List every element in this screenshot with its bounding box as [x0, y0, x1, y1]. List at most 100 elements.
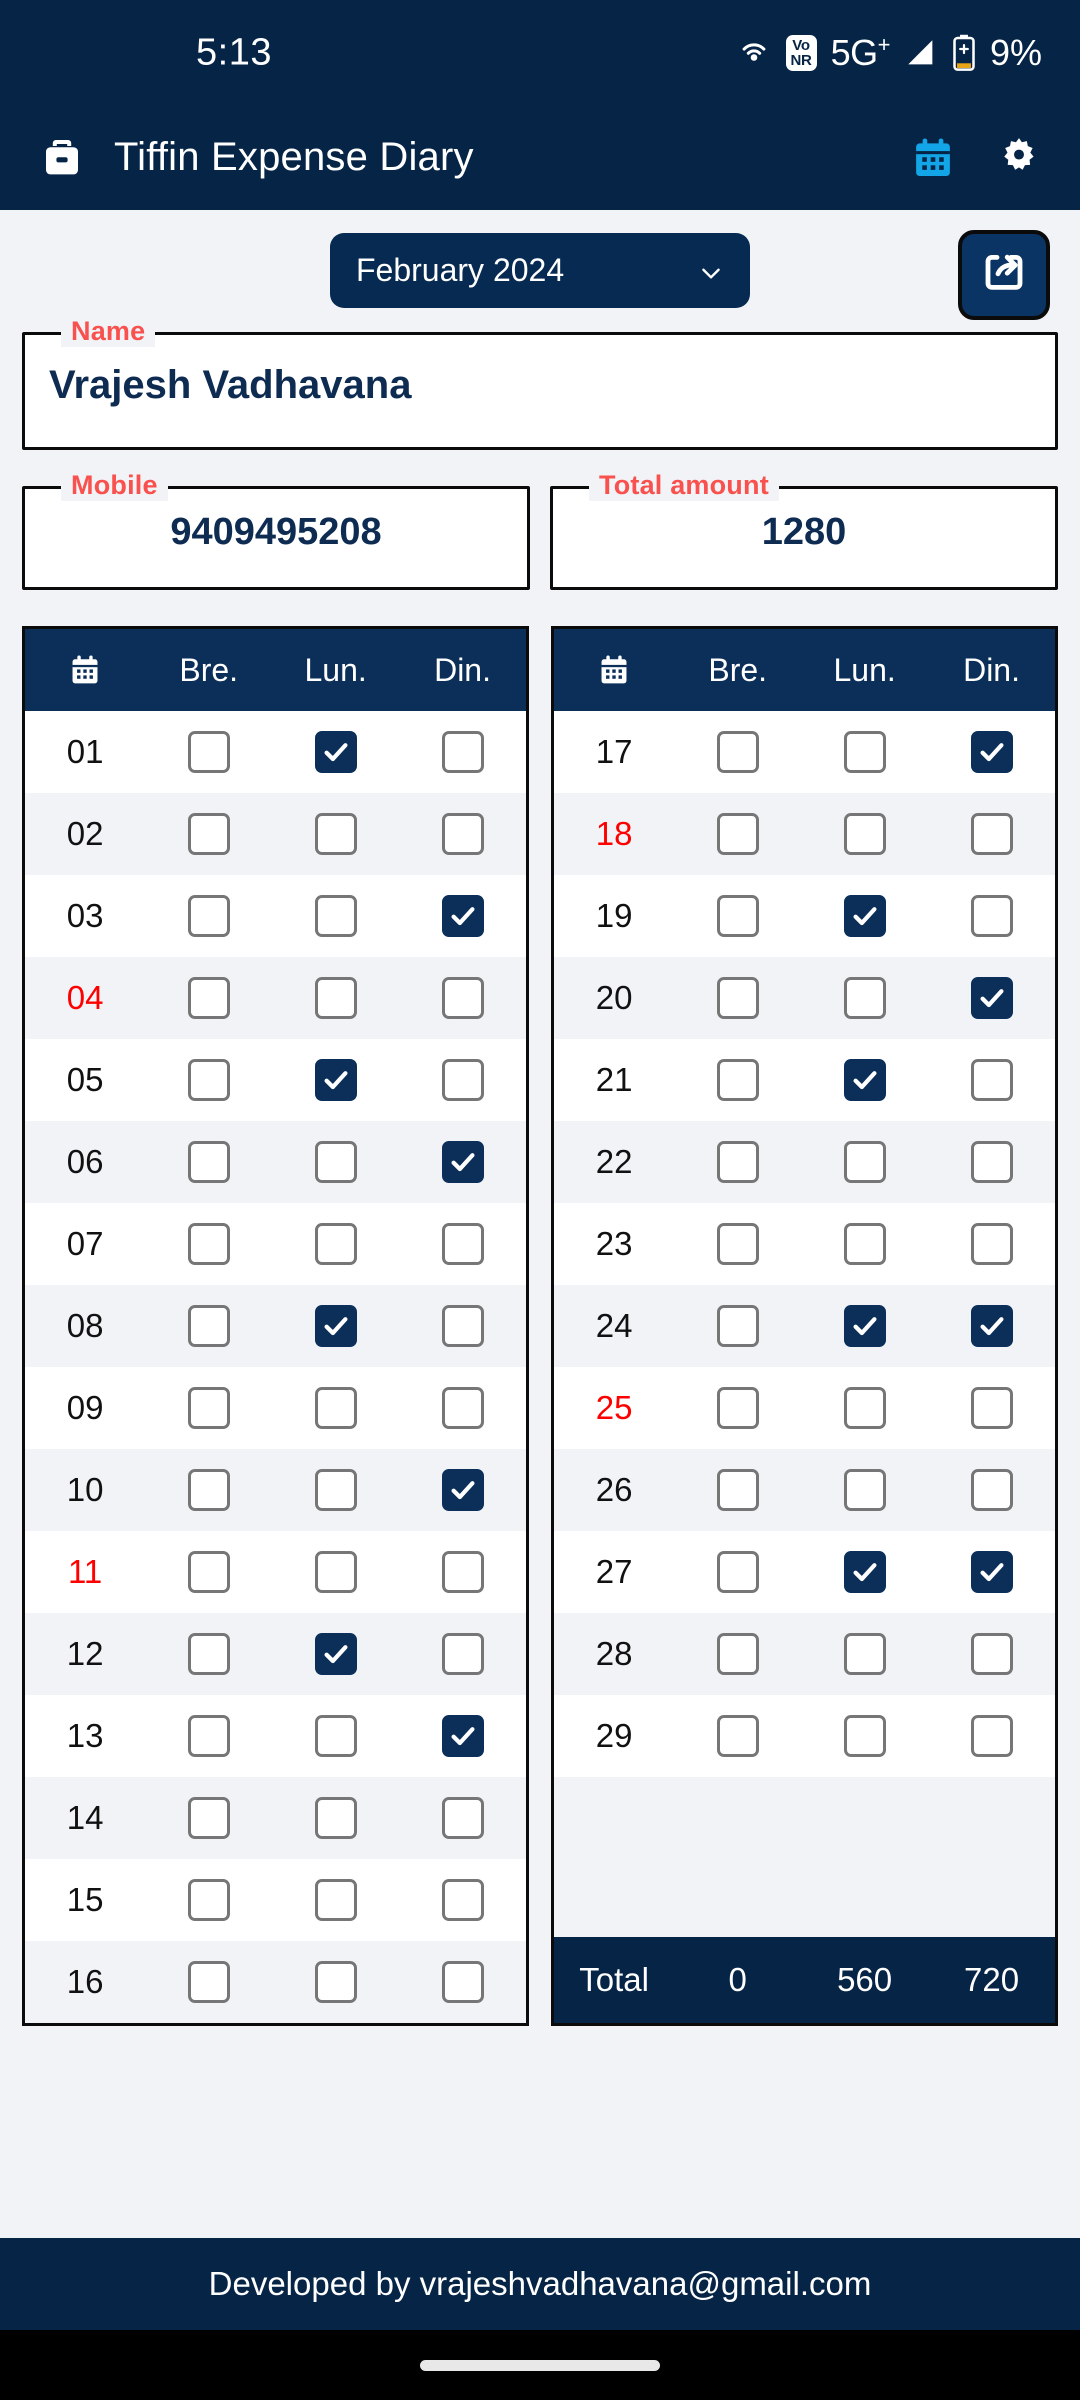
- checkbox-lunch[interactable]: [314, 1387, 357, 1429]
- checkbox-dinner[interactable]: [441, 813, 484, 855]
- checkbox-breakfast[interactable]: [716, 731, 759, 773]
- checkbox-breakfast[interactable]: [187, 1633, 230, 1675]
- checkbox-lunch[interactable]: [843, 1141, 886, 1183]
- checkbox-breakfast[interactable]: [187, 1715, 230, 1757]
- checkbox-breakfast[interactable]: [187, 977, 230, 1019]
- checkbox-breakfast[interactable]: [187, 1469, 230, 1511]
- checkbox-breakfast[interactable]: [716, 1633, 759, 1675]
- mobile-field-value: 9409495208: [170, 511, 382, 553]
- checkbox-lunch[interactable]: [843, 977, 886, 1019]
- checkbox-dinner[interactable]: [970, 1059, 1013, 1101]
- checkbox-lunch[interactable]: [314, 895, 357, 937]
- checkbox-lunch[interactable]: [843, 1469, 886, 1511]
- checkbox-breakfast[interactable]: [716, 813, 759, 855]
- gear-icon[interactable]: [996, 135, 1042, 181]
- checkbox-dinner[interactable]: [970, 1305, 1013, 1347]
- checkbox-lunch[interactable]: [314, 1715, 357, 1757]
- checkbox-breakfast[interactable]: [716, 895, 759, 937]
- checkbox-dinner[interactable]: [970, 895, 1013, 937]
- checkbox-dinner[interactable]: [970, 1469, 1013, 1511]
- checkbox-dinner[interactable]: [441, 1879, 484, 1921]
- checkbox-dinner[interactable]: [970, 1551, 1013, 1593]
- checkbox-breakfast[interactable]: [187, 1059, 230, 1101]
- checkbox-breakfast[interactable]: [187, 1551, 230, 1593]
- checkbox-dinner[interactable]: [970, 813, 1013, 855]
- total-amount-field[interactable]: Total amount 1280: [550, 470, 1058, 590]
- checkbox-breakfast[interactable]: [187, 1223, 230, 1265]
- checkbox-lunch[interactable]: [314, 1797, 357, 1839]
- checkbox-breakfast[interactable]: [716, 1551, 759, 1593]
- checkbox-breakfast[interactable]: [716, 1469, 759, 1511]
- checkbox-lunch[interactable]: [314, 977, 357, 1019]
- checkbox-dinner[interactable]: [441, 1797, 484, 1839]
- checkbox-lunch[interactable]: [314, 1141, 357, 1183]
- checkbox-breakfast[interactable]: [187, 1305, 230, 1347]
- checkbox-breakfast[interactable]: [187, 731, 230, 773]
- checkbox-breakfast[interactable]: [716, 1387, 759, 1429]
- checkbox-breakfast[interactable]: [716, 1059, 759, 1101]
- checkbox-dinner[interactable]: [970, 1387, 1013, 1429]
- name-field-value: Vrajesh Vadhavana: [49, 363, 412, 407]
- calendar-icon: [25, 653, 145, 687]
- checkbox-dinner[interactable]: [441, 1633, 484, 1675]
- checkbox-dinner[interactable]: [441, 1305, 484, 1347]
- checkbox-dinner[interactable]: [441, 1059, 484, 1101]
- checkbox-lunch[interactable]: [843, 1305, 886, 1347]
- checkbox-dinner[interactable]: [970, 1633, 1013, 1675]
- checkbox-breakfast[interactable]: [716, 1715, 759, 1757]
- checkbox-lunch[interactable]: [843, 1715, 886, 1757]
- checkbox-lunch[interactable]: [314, 1879, 357, 1921]
- checkbox-dinner[interactable]: [441, 1961, 484, 2003]
- checkbox-breakfast[interactable]: [187, 1797, 230, 1839]
- checkbox-dinner[interactable]: [441, 1551, 484, 1593]
- checkbox-dinner[interactable]: [441, 1469, 484, 1511]
- checkbox-lunch[interactable]: [843, 1387, 886, 1429]
- checkbox-breakfast[interactable]: [716, 1141, 759, 1183]
- checkbox-lunch[interactable]: [314, 1059, 357, 1101]
- checkbox-breakfast[interactable]: [716, 1223, 759, 1265]
- share-export-button[interactable]: [958, 230, 1050, 320]
- checkbox-dinner[interactable]: [970, 1223, 1013, 1265]
- checkbox-lunch[interactable]: [843, 1059, 886, 1101]
- checkbox-dinner[interactable]: [441, 1715, 484, 1757]
- checkbox-dinner[interactable]: [441, 977, 484, 1019]
- checkbox-dinner[interactable]: [970, 977, 1013, 1019]
- checkbox-lunch[interactable]: [314, 1223, 357, 1265]
- nav-gesture-pill[interactable]: [420, 2359, 660, 2371]
- checkbox-breakfast[interactable]: [187, 1141, 230, 1183]
- checkbox-lunch[interactable]: [314, 813, 357, 855]
- form-fields-row: Mobile 9409495208 Total amount 1280: [22, 470, 1058, 590]
- checkbox-dinner[interactable]: [441, 1141, 484, 1183]
- checkbox-breakfast[interactable]: [187, 1879, 230, 1921]
- checkbox-breakfast[interactable]: [187, 1961, 230, 2003]
- checkbox-dinner[interactable]: [970, 1715, 1013, 1757]
- checkbox-breakfast[interactable]: [187, 895, 230, 937]
- checkbox-dinner[interactable]: [441, 731, 484, 773]
- checkbox-breakfast[interactable]: [187, 1387, 230, 1429]
- month-select[interactable]: February 2024: [330, 232, 750, 308]
- checkbox-lunch[interactable]: [843, 1633, 886, 1675]
- checkbox-breakfast[interactable]: [716, 1305, 759, 1347]
- calendar-icon[interactable]: [910, 135, 956, 181]
- day-number: 15: [66, 1881, 104, 1918]
- checkbox-lunch[interactable]: [314, 1551, 357, 1593]
- checkbox-lunch[interactable]: [314, 731, 357, 773]
- checkbox-lunch[interactable]: [843, 1223, 886, 1265]
- checkbox-lunch[interactable]: [314, 1633, 357, 1675]
- mobile-field[interactable]: Mobile 9409495208: [22, 470, 530, 590]
- checkbox-breakfast[interactable]: [716, 977, 759, 1019]
- checkbox-dinner[interactable]: [441, 1223, 484, 1265]
- name-field[interactable]: Name Vrajesh Vadhavana: [22, 316, 1058, 450]
- checkbox-lunch[interactable]: [314, 1961, 357, 2003]
- checkbox-lunch[interactable]: [314, 1305, 357, 1347]
- checkbox-dinner[interactable]: [441, 1387, 484, 1429]
- checkbox-breakfast[interactable]: [187, 813, 230, 855]
- checkbox-lunch[interactable]: [843, 895, 886, 937]
- checkbox-lunch[interactable]: [314, 1469, 357, 1511]
- checkbox-dinner[interactable]: [970, 1141, 1013, 1183]
- checkbox-lunch[interactable]: [843, 1551, 886, 1593]
- checkbox-lunch[interactable]: [843, 813, 886, 855]
- checkbox-lunch[interactable]: [843, 731, 886, 773]
- checkbox-dinner[interactable]: [970, 731, 1013, 773]
- checkbox-dinner[interactable]: [441, 895, 484, 937]
